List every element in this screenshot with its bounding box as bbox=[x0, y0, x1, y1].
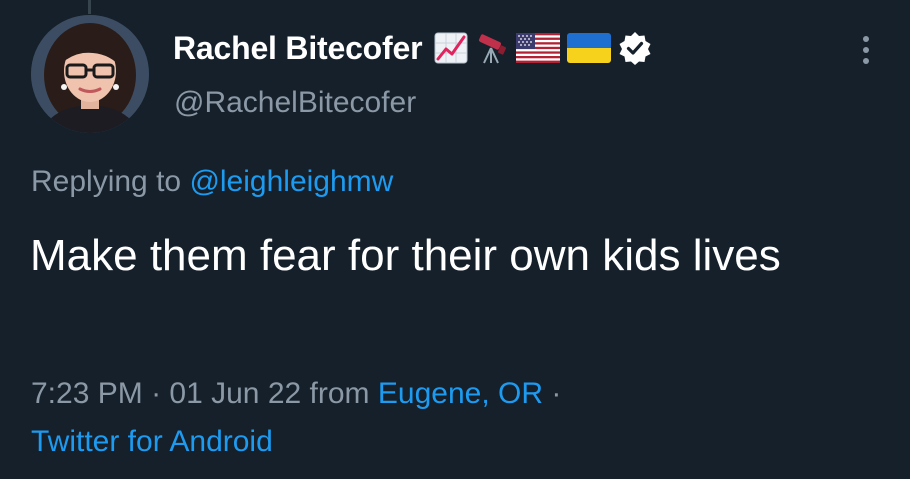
tweet-time[interactable]: 7:23 PM bbox=[31, 377, 143, 410]
thread-connector-line bbox=[88, 0, 91, 14]
tweet-source-link[interactable]: Twitter for Android bbox=[31, 425, 273, 459]
reply-context-prefix: Replying to bbox=[31, 165, 182, 198]
name-emoji-group bbox=[434, 31, 652, 65]
more-options-button[interactable] bbox=[852, 32, 880, 68]
from-label: from bbox=[309, 377, 370, 410]
meta-separator: · bbox=[551, 377, 562, 410]
tweet-date[interactable]: 01 Jun 22 bbox=[169, 377, 301, 410]
reply-context: Replying to @leighleighmw bbox=[31, 165, 393, 199]
tweet-meta: 7:23 PM · 01 Jun 22 from Eugene, OR · bbox=[31, 377, 561, 411]
author-name-row: Rachel Bitecofer bbox=[173, 26, 652, 70]
us-flag-icon bbox=[516, 33, 561, 63]
ukraine-flag-icon bbox=[567, 33, 612, 63]
telescope-icon bbox=[479, 34, 507, 64]
author-handle[interactable]: @RachelBitecofer bbox=[174, 86, 416, 120]
tweet-text: Make them fear for their own kids lives bbox=[30, 231, 781, 280]
reply-mention-link[interactable]: @leighleighmw bbox=[189, 165, 393, 198]
avatar[interactable] bbox=[31, 15, 149, 133]
tweet-card: Rachel Bitecofer @RachelBitecofer Replyi… bbox=[0, 0, 910, 479]
avatar-image bbox=[31, 15, 149, 133]
verified-badge-icon[interactable] bbox=[618, 31, 652, 65]
author-display-name[interactable]: Rachel Bitecofer bbox=[173, 30, 423, 67]
more-vertical-icon bbox=[863, 36, 869, 64]
chart-increasing-icon bbox=[434, 32, 468, 64]
meta-separator: · bbox=[151, 377, 162, 410]
tweet-location-link[interactable]: Eugene, OR bbox=[378, 377, 543, 410]
